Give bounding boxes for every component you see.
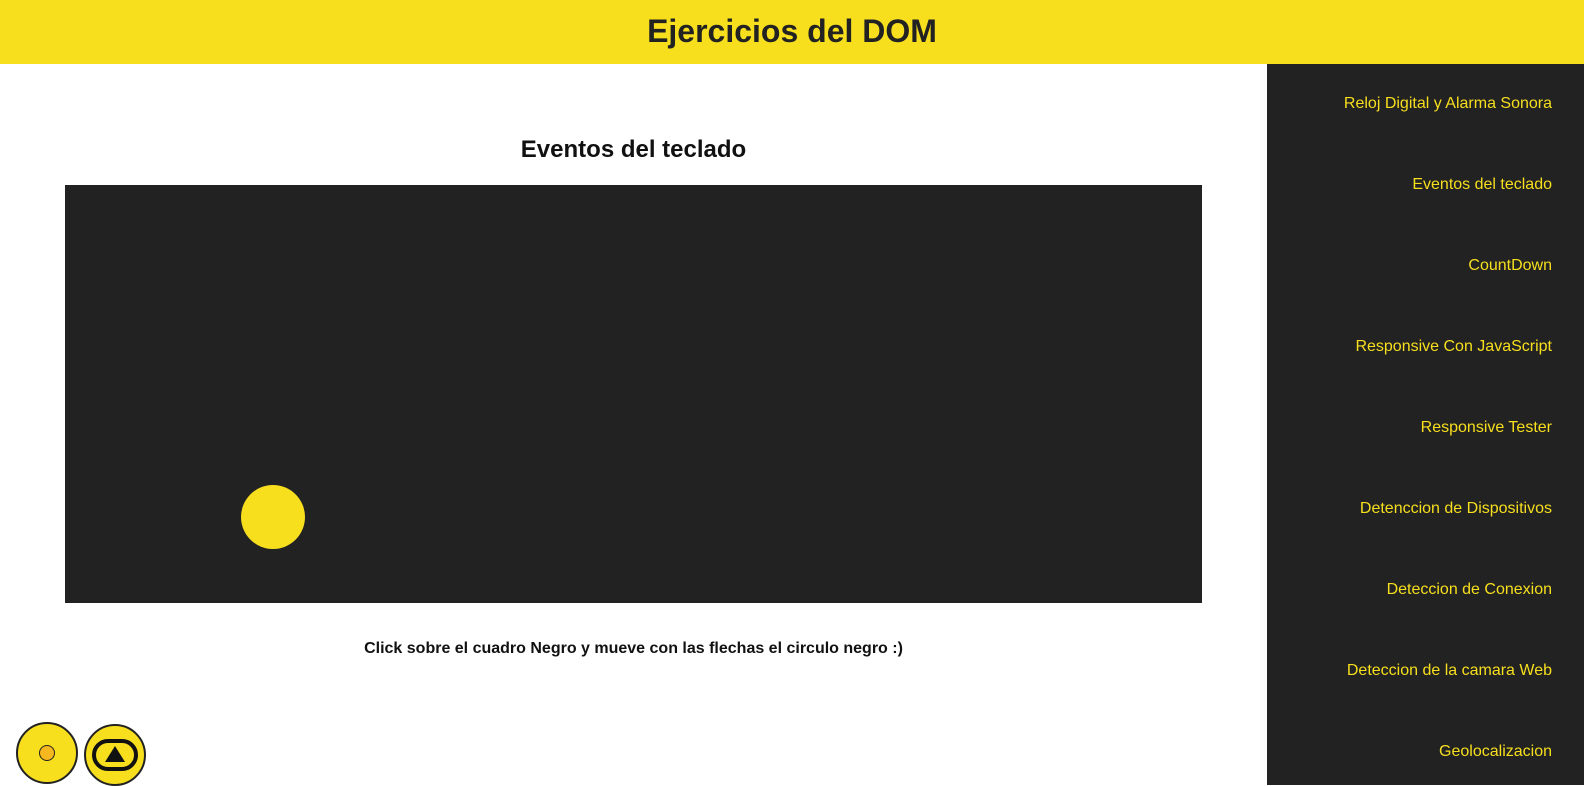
sun-icon xyxy=(39,745,55,761)
section-title: Eventos del teclado xyxy=(520,136,747,163)
menu-link-reloj-digital[interactable]: Reloj Digital y Alarma Sonora xyxy=(1344,95,1552,113)
sidebar-menu: Reloj Digital y Alarma Sonora Eventos de… xyxy=(1267,64,1584,785)
theme-toggle-button[interactable] xyxy=(16,722,78,784)
main-content: Eventos del teclado Click sobre el cuadr… xyxy=(0,64,1267,785)
scroll-top-button[interactable] xyxy=(84,724,146,786)
menu-link-responsive-javascript[interactable]: Responsive Con JavaScript xyxy=(1355,338,1552,356)
menu-link-geolocalizacion[interactable]: Geolocalizacion xyxy=(1439,743,1552,761)
page-header: Ejercicios del DOM xyxy=(0,0,1584,64)
keyboard-stage[interactable] xyxy=(65,185,1202,603)
menu-link-eventos-teclado[interactable]: Eventos del teclado xyxy=(1412,176,1552,194)
arrow-up-icon xyxy=(92,739,138,771)
menu-link-responsive-tester[interactable]: Responsive Tester xyxy=(1421,419,1552,437)
menu-link-deteccion-dispositivos[interactable]: Detenccion de Dispositivos xyxy=(1360,500,1552,518)
movable-ball xyxy=(241,485,305,549)
menu-link-deteccion-conexion[interactable]: Deteccion de Conexion xyxy=(1387,581,1552,599)
page-title: Ejercicios del DOM xyxy=(647,12,937,49)
menu-link-countdown[interactable]: CountDown xyxy=(1468,257,1552,275)
instruction-text: Click sobre el cuadro Negro y mueve con … xyxy=(364,640,903,657)
menu-link-camara-web[interactable]: Deteccion de la camara Web xyxy=(1347,662,1552,680)
